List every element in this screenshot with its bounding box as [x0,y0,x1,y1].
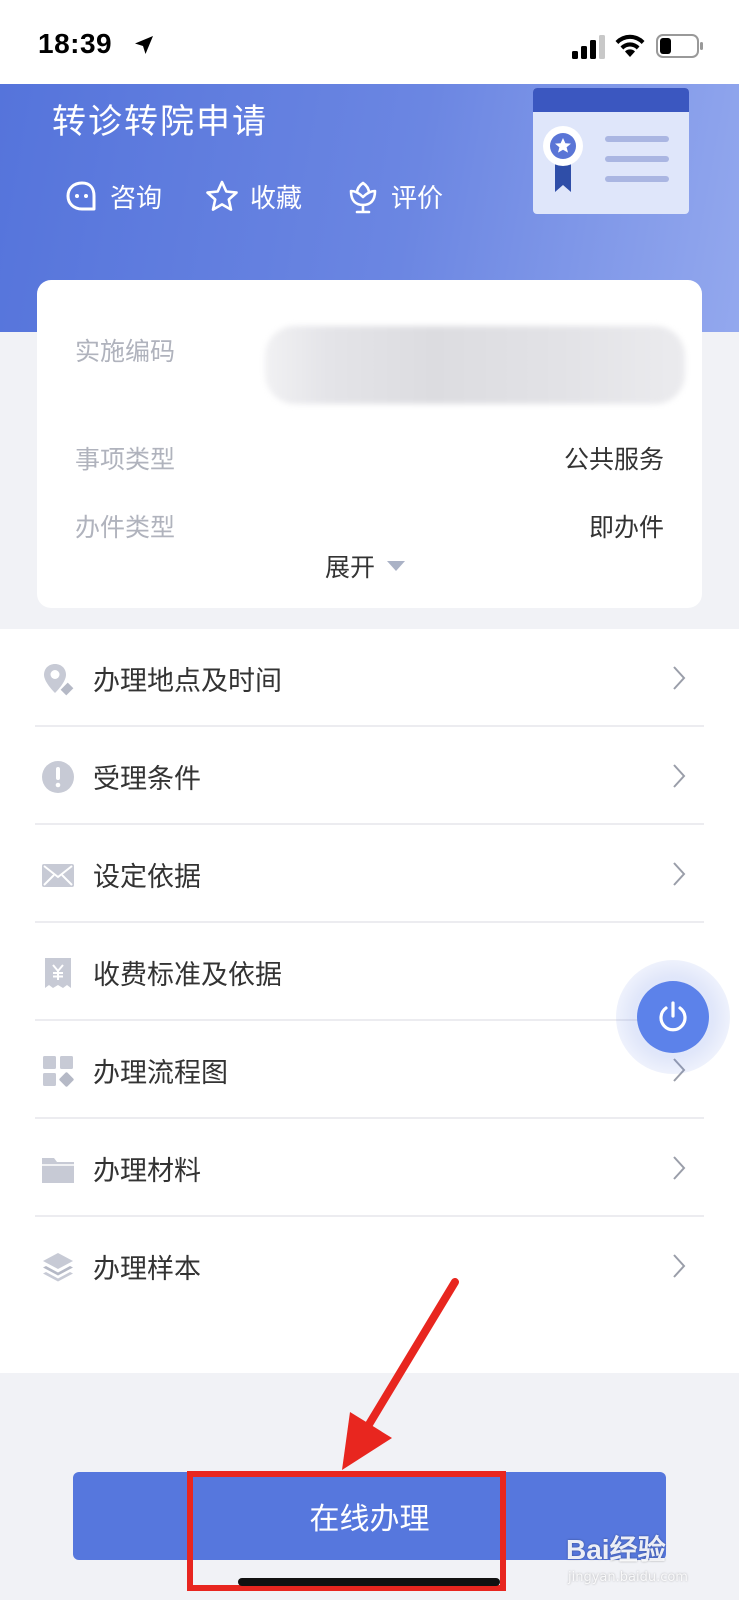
chevron-right-icon [673,1156,686,1180]
power-icon [659,1001,687,1032]
consult-label: 咨询 [110,184,163,214]
menu-item-materials[interactable]: 办理材料 [35,1119,704,1217]
grid-icon [43,1056,74,1087]
menu-item-label: 办理地点及时间 [93,666,282,697]
implementation-code-label: 实施编码 [75,337,176,366]
expand-label: 展开 [325,553,376,582]
watermark-url: jingyan.baidu.com [568,1570,688,1585]
flower-icon [349,181,377,213]
home-indicator[interactable] [238,1578,500,1586]
annotation-arrow-icon [342,1278,459,1470]
menu-item-conditions[interactable]: 受理条件 [35,727,704,825]
menu-item-label: 办理样本 [93,1254,201,1285]
layers-icon [43,1253,73,1282]
handling-type-value: 即办件 [588,513,664,542]
favorite-button[interactable]: 收藏 [204,178,302,215]
star-icon [206,180,238,211]
yen-receipt-icon [45,958,71,988]
menu-item-label: 办理材料 [93,1156,201,1187]
battery-icon [656,34,703,58]
info-card: 实施编码 事项类型 公共服务 办件类型 即办件 展开 [37,280,702,608]
exclamation-icon [42,761,74,793]
chevron-right-icon [673,764,686,788]
status-time: 18:39 [38,28,113,59]
menu-item-label: 设定依据 [93,862,201,893]
item-type-value: 公共服务 [563,445,664,474]
folder-icon [42,1158,74,1183]
menu-item-flowchart[interactable]: 办理流程图 [35,1021,704,1119]
cellular-signal-icon [572,35,605,59]
chevron-right-icon [673,666,686,690]
implementation-code-value-blurred [265,326,685,404]
menu-item-legal-basis[interactable]: 设定依据 [35,825,704,923]
page-title: 转诊转院申请 [52,102,268,142]
rate-button[interactable]: 评价 [345,178,443,215]
menu-item-label: 受理条件 [93,764,201,795]
chevron-right-icon [673,862,686,886]
location-arrow-icon [135,36,153,54]
menu-item-label: 收费标准及依据 [93,960,282,991]
envelope-icon [42,864,74,887]
location-icon [44,664,74,696]
floating-button-core [637,981,709,1053]
caret-down-icon [387,561,406,571]
annotation-highlight-box [187,1471,506,1591]
certificate-illustration [533,88,689,214]
rate-label: 评价 [391,184,444,214]
watermark-logo: Bai经验 [566,1534,666,1565]
favorite-label: 收藏 [250,184,303,214]
menu-item-location-time[interactable]: 办理地点及时间 [35,629,704,727]
ribbon-badge-icon [543,126,669,192]
menu-item-fee-standards[interactable]: 收费标准及依据 [35,923,704,1021]
chevron-right-icon [673,1254,686,1278]
consult-button[interactable]: 咨询 [64,178,162,215]
floating-assistant-button[interactable] [616,960,730,1074]
handling-type-label: 办件类型 [75,513,176,542]
item-type-label: 事项类型 [75,445,176,474]
expand-toggle[interactable]: 展开 [325,548,406,584]
wifi-icon [615,34,645,57]
chat-icon [66,181,96,210]
status-bar: 18:39 [0,0,739,84]
menu-item-label: 办理流程图 [93,1058,228,1089]
